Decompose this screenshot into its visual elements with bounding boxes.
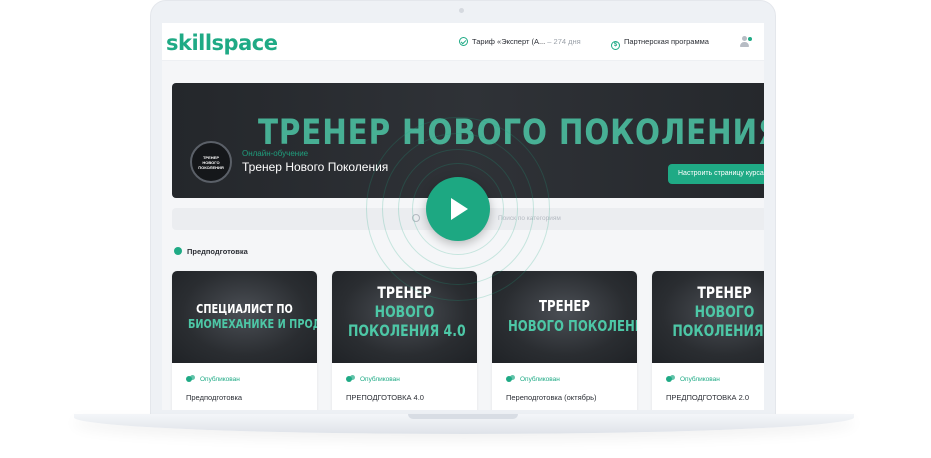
card-cover: ТРЕНЕР НОВОГО ПОКОЛЕНИЯ 2: [652, 271, 764, 363]
published-icon: [666, 375, 675, 382]
card-title: ПРЕДПОДГОТОВКА 2.0: [666, 393, 750, 402]
laptop-notch: [408, 414, 518, 419]
tariff-days: – 274 дня: [545, 37, 581, 46]
play-icon: [451, 198, 468, 220]
course-card[interactable]: ТРЕНЕР НОВОГО ПОКОЛЕНИЯ Опубликован Пере…: [492, 271, 637, 410]
top-header: skillspace Тариф «Эксперт (А... – 274 дн…: [162, 23, 764, 61]
course-card[interactable]: ТРЕНЕР НОВОГО ПОКОЛЕНИЯ 2 Опубликован ПР…: [652, 271, 764, 410]
course-name: Тренер Нового Поколения: [242, 160, 389, 174]
laptop-mockup: skillspace Тариф «Эксперт (А... – 274 дн…: [0, 0, 931, 458]
skillspace-logo[interactable]: skillspace: [166, 31, 278, 55]
section-dot-icon: [174, 247, 182, 255]
status-badge: Опубликован: [506, 375, 560, 383]
section-title: Предподготовка: [187, 247, 248, 256]
dollar-circle-icon: $: [611, 41, 620, 50]
partner-label: Партнерская программа: [624, 37, 709, 46]
tariff-link[interactable]: Тариф «Эксперт (А... – 274 дня: [459, 37, 581, 46]
status-badge: Опубликован: [186, 375, 240, 383]
course-type: Онлайн-обучение: [242, 149, 309, 158]
card-title: ПРЕПОДГОТОВКА 4.0: [346, 393, 424, 402]
course-card[interactable]: СПЕЦИАЛИСТ ПО БИОМЕХАНИКЕ И ПРОДАЖАМ Опу…: [172, 271, 317, 410]
card-title: Предподготовка: [186, 393, 243, 402]
status-badge: Опубликован: [346, 375, 400, 383]
course-avatar: ТРЕНЕР НОВОГО ПОКОЛЕНИЯ: [190, 141, 232, 183]
partner-program-link[interactable]: $ Партнерская программа: [611, 37, 709, 50]
camera-dot: [459, 8, 464, 13]
card-cover: ТРЕНЕР НОВОГО ПОКОЛЕНИЯ: [492, 271, 637, 363]
user-icon[interactable]: [739, 36, 752, 48]
card-cover: СПЕЦИАЛИСТ ПО БИОМЕХАНИКЕ И ПРОДАЖАМ: [172, 271, 317, 363]
published-icon: [346, 375, 355, 382]
configure-course-page-button[interactable]: Настроить страницу курса: [668, 164, 764, 184]
check-circle-icon: [459, 37, 468, 46]
published-icon: [186, 375, 195, 382]
tariff-label: Тариф «Эксперт (А...: [472, 37, 546, 46]
status-badge: Опубликован: [666, 375, 720, 383]
play-video-button[interactable]: [426, 177, 490, 241]
published-icon: [506, 375, 515, 382]
card-title: Переподготовка (октябрь): [506, 393, 597, 402]
